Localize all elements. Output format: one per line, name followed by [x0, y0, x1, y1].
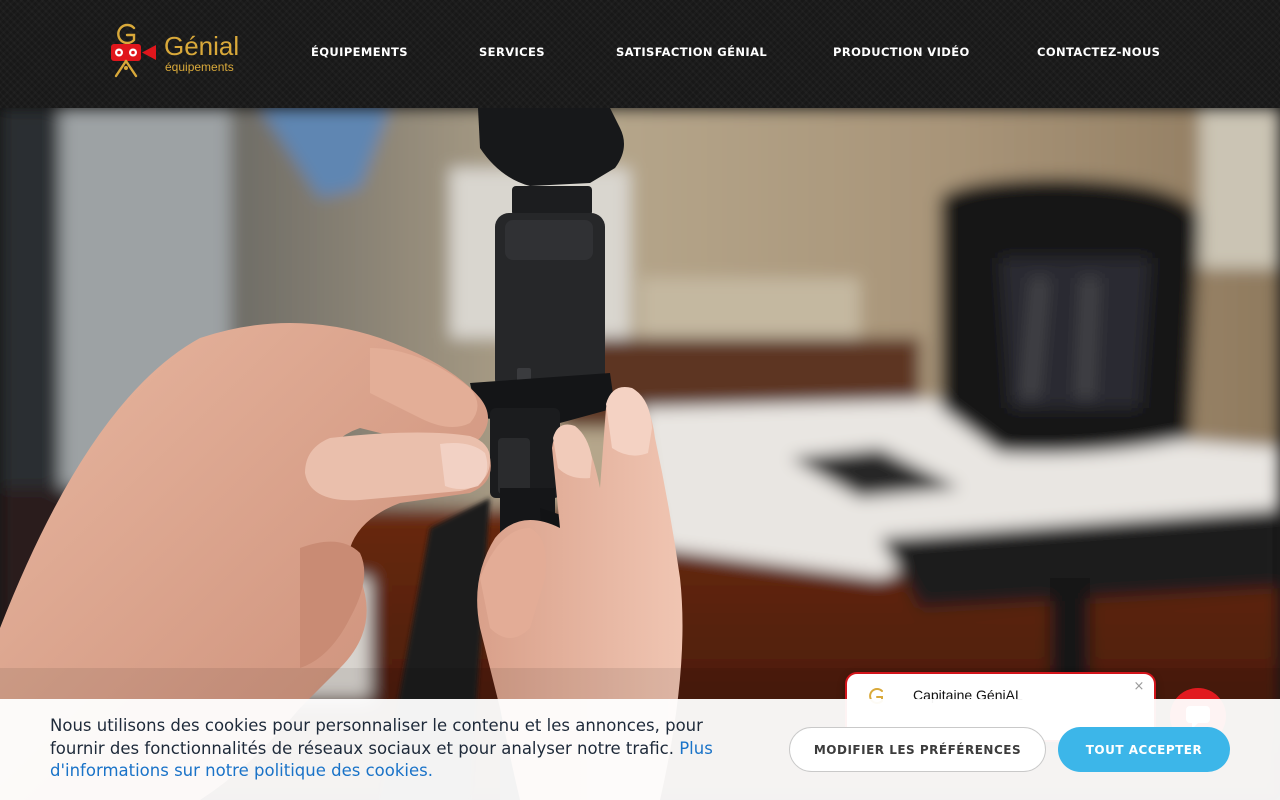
nav-satisfaction-genial[interactable]: SATISFACTION GÉNIAL	[616, 45, 767, 59]
nav-equipements[interactable]: ÉQUIPEMENTS	[311, 45, 408, 59]
modify-preferences-button[interactable]: MODIFIER LES PRÉFÉRENCES	[789, 727, 1046, 772]
nav-contactez-nous[interactable]: CONTACTEZ-NOUS	[1037, 45, 1160, 59]
accept-all-button[interactable]: TOUT ACCEPTER	[1058, 727, 1230, 772]
cookie-banner: Nous utilisons des cookies pour personna…	[0, 699, 1280, 800]
chat-close-icon[interactable]: ×	[1132, 680, 1146, 694]
cookie-message: Nous utilisons des cookies pour personna…	[50, 715, 750, 783]
cookie-message-text: Nous utilisons des cookies pour personna…	[50, 716, 703, 758]
nav-services[interactable]: SERVICES	[479, 45, 545, 59]
logo-tagline: équipements	[165, 60, 234, 74]
site-header: Génial équipements ÉQUIPEMENTS SERVICES …	[0, 0, 1280, 108]
main-nav: ÉQUIPEMENTS SERVICES SATISFACTION GÉNIAL…	[0, 45, 1280, 61]
nav-production-video[interactable]: PRODUCTION VIDÉO	[833, 45, 970, 59]
